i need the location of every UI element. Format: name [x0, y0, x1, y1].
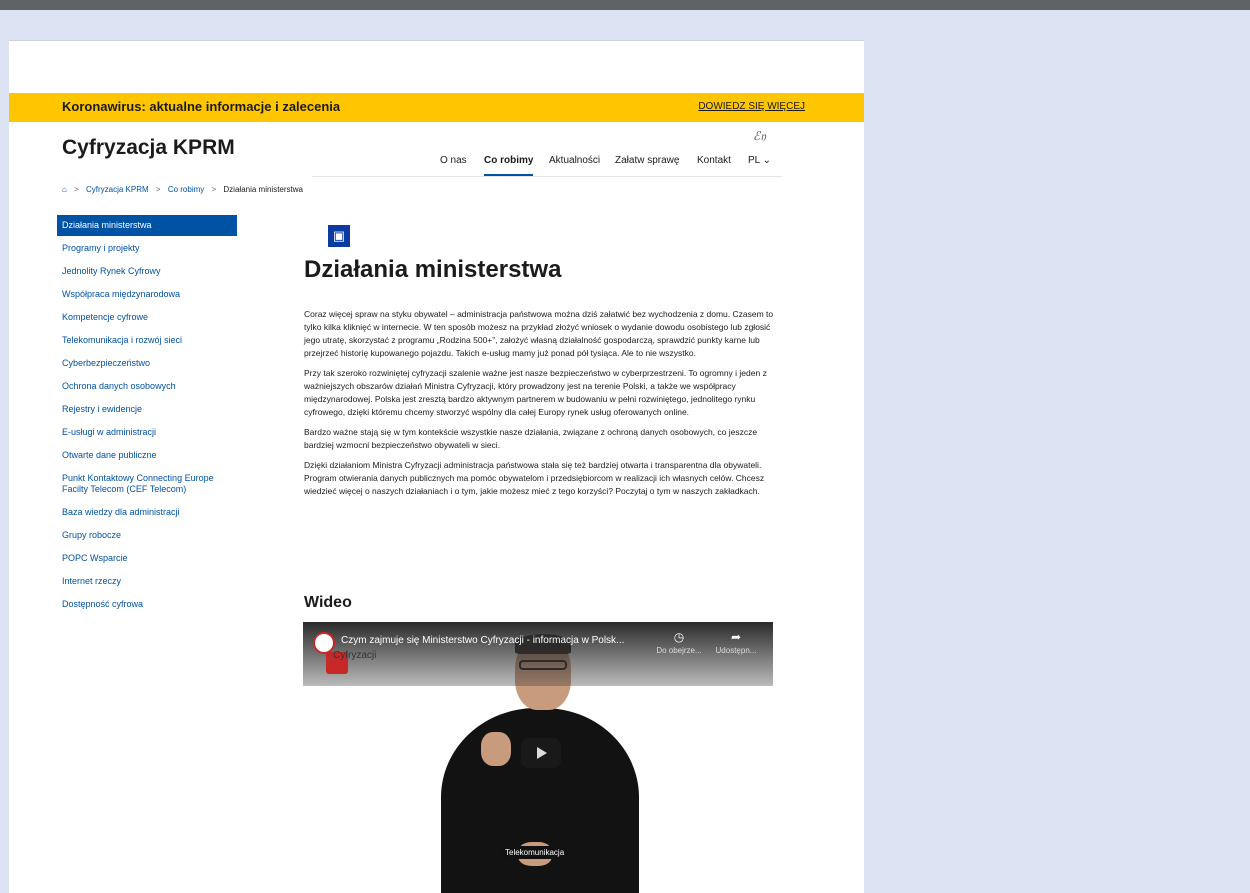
- covid-banner-title: Koronawirus: aktualne informacje i zalec…: [62, 99, 341, 114]
- play-button[interactable]: [521, 738, 561, 768]
- sidebar-item-cyberbezpieczenstwo[interactable]: Cyberbezpieczeństwo: [57, 353, 237, 374]
- sidebar-item-popc-wsparcie[interactable]: POPC Wsparcie: [57, 548, 237, 569]
- watch-later-label: Do obejrze...: [656, 646, 702, 655]
- share-icon: ➦: [730, 630, 742, 644]
- sidebar-item-grupy-robocze[interactable]: Grupy robocze: [57, 525, 237, 546]
- breadcrumb-item[interactable]: Co robimy: [168, 185, 204, 194]
- sign-language-icon[interactable]: ℰ𝔶: [753, 129, 766, 144]
- document-icon: ▣: [328, 225, 350, 247]
- nav-divider: [312, 176, 782, 177]
- breadcrumb-separator: >: [74, 185, 79, 194]
- nav-aktualnosci[interactable]: Aktualności: [549, 155, 600, 166]
- nav-kontakt[interactable]: Kontakt: [697, 155, 731, 166]
- video-heading: Wideo: [304, 594, 352, 611]
- sidebar-item-rejestry[interactable]: Rejestry i ewidencje: [57, 399, 237, 420]
- sidebar-nav: Działania ministerstwa Programy i projek…: [57, 215, 237, 617]
- breadcrumb-current: Działania ministerstwa: [223, 185, 303, 194]
- article-paragraph: Coraz więcej spraw na styku obywatel – a…: [304, 309, 774, 358]
- video-header: Czym zajmuje się Ministerstwo Cyfryzacji…: [303, 622, 773, 686]
- page-title: Działania ministerstwa: [304, 256, 562, 283]
- sidebar-item-kompetencje-cyfrowe[interactable]: Kompetencje cyfrowe: [57, 307, 237, 328]
- breadcrumb-separator: >: [155, 185, 161, 194]
- article-paragraph: Dzięki działaniom Ministra Cyfryzacji ad…: [304, 460, 765, 496]
- breadcrumb: ⌂ > Cyfryzacja KPRM > Co robimy > Działa…: [62, 185, 308, 194]
- nav-language-label: PL: [748, 155, 760, 166]
- article-paragraph: Przy tak szeroko rozwiniętej cyfryzacji …: [304, 368, 767, 417]
- article-paragraph: Bardzo ważne stają się w tym kontekście …: [304, 427, 758, 450]
- video-caption: Telekomunikacja: [502, 846, 568, 859]
- sidebar-item-internet-rzeczy[interactable]: Internet rzeczy: [57, 571, 237, 592]
- page: Koronawirus: aktualne informacje i zalec…: [9, 40, 864, 893]
- home-icon[interactable]: ⌂: [62, 185, 67, 194]
- share-button[interactable]: ➦ Udostępn...: [711, 630, 761, 655]
- sidebar-item-e-uslugi[interactable]: E-usługi w administracji: [57, 422, 237, 443]
- sidebar-item-wspolpraca-miedzynarodowa[interactable]: Współpraca międzynarodowa: [57, 284, 237, 305]
- sidebar-item-jednolity-rynek-cyfrowy[interactable]: Jednolity Rynek Cyfrowy: [57, 261, 237, 282]
- nav-language[interactable]: PL ⌄: [748, 155, 771, 166]
- video-title[interactable]: Czym zajmuje się Ministerstwo Cyfryzacji…: [341, 635, 624, 646]
- sidebar-item-baza-wiedzy[interactable]: Baza wiedzy dla administracji: [57, 502, 237, 523]
- nav-co-robimy[interactable]: Co robimy: [484, 155, 533, 166]
- watch-later-button[interactable]: ◷ Do obejrze...: [656, 630, 702, 655]
- video-channel: Cyfryzacji: [333, 650, 377, 661]
- video-player[interactable]: Czym zajmuje się Ministerstwo Cyfryzacji…: [303, 622, 773, 893]
- browser-top-bar: [0, 0, 1250, 10]
- covid-banner: Koronawirus: aktualne informacje i zalec…: [9, 93, 864, 122]
- sidebar-item-dostepnosc-cyfrowa[interactable]: Dostępność cyfrowa: [57, 594, 237, 615]
- clock-icon: ◷: [673, 630, 685, 644]
- nav-o-nas[interactable]: O nas: [440, 155, 467, 166]
- site-brand[interactable]: Cyfryzacja KPRM: [62, 136, 235, 160]
- breadcrumb-item[interactable]: Cyfryzacja KPRM: [86, 185, 149, 194]
- sidebar-item-otwarte-dane[interactable]: Otwarte dane publiczne: [57, 445, 237, 466]
- breadcrumb-separator: >: [211, 185, 217, 194]
- chevron-down-icon: ⌄: [762, 155, 772, 166]
- sidebar-item-ochrona-danych[interactable]: Ochrona danych osobowych: [57, 376, 237, 397]
- sidebar-item-telekomunikacja[interactable]: Telekomunikacja i rozwój sieci: [57, 330, 237, 351]
- video-frame-hand: [481, 732, 511, 766]
- share-label: Udostępn...: [715, 646, 757, 655]
- sidebar-item-dzialania-ministerstwa[interactable]: Działania ministerstwa: [57, 215, 237, 236]
- sidebar-item-cef-telecom[interactable]: Punkt Kontaktowy Connecting Europe Facil…: [57, 468, 237, 500]
- article-body: Coraz więcej spraw na styku obywatel – a…: [304, 308, 774, 505]
- sidebar-item-programy-i-projekty[interactable]: Programy i projekty: [57, 238, 237, 259]
- gov-logo-icon: [313, 632, 335, 654]
- covid-more-link[interactable]: DOWIEDZ SIĘ WIĘCEJ: [698, 101, 805, 112]
- nav-zalatw-sprawe[interactable]: Załatw sprawę: [615, 155, 679, 166]
